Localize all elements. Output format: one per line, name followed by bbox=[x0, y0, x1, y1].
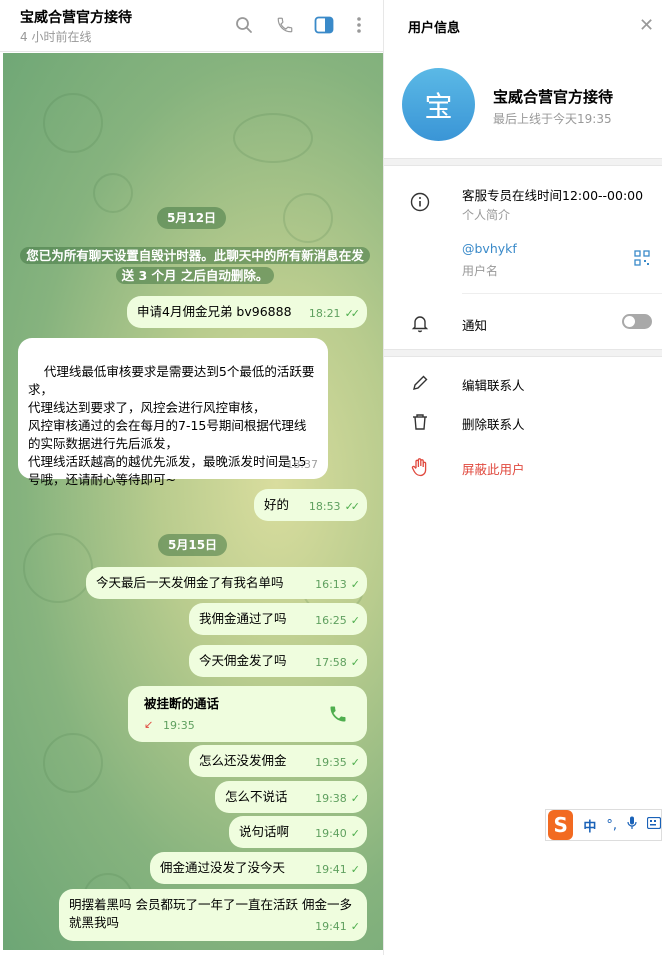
message-time: 18:21 bbox=[308, 307, 341, 320]
last-seen: 最后上线于今天19:35 bbox=[493, 112, 612, 126]
message-bubble[interactable]: 佣金通过没发了没今天 19:41 ✓ bbox=[150, 852, 367, 884]
message-meta: 19:38 ✓ bbox=[315, 790, 360, 808]
double-check-icon: ✓✓ bbox=[344, 307, 361, 320]
call-time: 19:35 bbox=[163, 719, 195, 732]
call-title: 被挂断的通话 bbox=[144, 696, 220, 711]
chat-title[interactable]: 宝威合营官方接待 bbox=[20, 7, 132, 27]
hand-block-icon bbox=[408, 455, 432, 479]
message-bubble[interactable]: 今天佣金发了吗 17:58 ✓ bbox=[189, 645, 367, 677]
message-bubble[interactable]: 说句话啊 19:40 ✓ bbox=[229, 816, 367, 848]
chat-pane: 宝威合营官方接待 4 小时前在线 5月12日 您已为所有聊天设置自毁计时器。此聊… bbox=[0, 0, 383, 955]
ime-toolbar[interactable]: S 中 °, bbox=[545, 809, 662, 841]
message-time: 19:41 bbox=[315, 920, 347, 933]
call-declined-icon: ↙ bbox=[144, 718, 154, 731]
message-meta: 17:58 ✓ bbox=[315, 654, 360, 672]
message-meta: 19:41 ✓ bbox=[315, 918, 360, 936]
sidebar-toggle-icon[interactable] bbox=[313, 14, 335, 36]
check-icon: ✓ bbox=[350, 863, 360, 876]
message-text: 怎么还没发佣金 bbox=[199, 753, 287, 768]
message-bubble[interactable]: 怎么不说话 19:38 ✓ bbox=[215, 781, 367, 813]
notify-toggle[interactable] bbox=[622, 314, 652, 329]
edit-contact[interactable]: 编辑联系人 bbox=[462, 375, 525, 394]
microphone-icon[interactable] bbox=[627, 816, 637, 834]
username-label: 用户名 bbox=[462, 264, 499, 278]
message-time: 16:25 bbox=[315, 614, 347, 627]
search-icon[interactable] bbox=[233, 14, 255, 36]
message-bubble[interactable]: 代理线最低审核要求是需要达到5个最低的活跃要求， 代理线达到要求了，风控会进行风… bbox=[18, 338, 328, 487]
check-icon: ✓ bbox=[350, 756, 360, 769]
notify-label: 通知 bbox=[462, 318, 488, 333]
message-time: 19:38 bbox=[315, 792, 347, 805]
message-text: 我佣金通过了吗 bbox=[199, 611, 287, 626]
section-divider bbox=[384, 158, 662, 166]
message-bubble[interactable]: 好的 18:53 ✓✓ bbox=[254, 489, 367, 521]
ime-logo[interactable]: S bbox=[548, 810, 574, 840]
message-meta: 16:25 ✓ bbox=[315, 612, 360, 630]
message-meta: 18:53 ✓✓ bbox=[308, 498, 361, 516]
check-icon: ✓ bbox=[350, 656, 360, 669]
message-text: 怎么不说话 bbox=[225, 789, 288, 804]
section-divider bbox=[384, 349, 662, 357]
close-icon[interactable]: ✕ bbox=[639, 15, 654, 36]
message-time: 19:35 bbox=[315, 756, 347, 769]
message-meta: 18:37 bbox=[286, 456, 318, 474]
check-icon: ✓ bbox=[350, 578, 360, 591]
call-back-icon[interactable] bbox=[328, 704, 348, 729]
bio-text[interactable]: 客服专员在线时间12:00--00:00 bbox=[462, 185, 643, 204]
date-separator: 5月15日 bbox=[158, 534, 228, 556]
username-text[interactable]: @bvhykf bbox=[462, 241, 517, 256]
trash-icon bbox=[408, 410, 432, 434]
chat-header[interactable]: 宝威合营官方接待 4 小时前在线 bbox=[0, 0, 383, 52]
message-text: 说句话啊 bbox=[239, 824, 290, 839]
message-bubble[interactable]: 今天最后一天发佣金了有我名单吗 16:13 ✓ bbox=[86, 567, 367, 599]
profile-name: 宝威合营官方接待 bbox=[493, 88, 614, 106]
check-icon: ✓ bbox=[350, 614, 360, 627]
bio-label: 个人简介 bbox=[462, 208, 511, 222]
keyboard-icon[interactable] bbox=[646, 816, 662, 833]
message-text: 代理线最低审核要求是需要达到5个最低的活跃要求， 代理线达到要求了，风控会进行风… bbox=[28, 364, 315, 487]
check-icon: ✓ bbox=[350, 792, 360, 805]
message-bubble[interactable]: 申请4月佣金兄弟 bv96888 18:21 ✓✓ bbox=[127, 296, 367, 328]
message-text: 今天最后一天发佣金了有我名单吗 bbox=[96, 575, 284, 590]
message-time: 19:40 bbox=[315, 827, 347, 840]
message-meta: 19:35 ✓ bbox=[315, 754, 360, 772]
call-bubble[interactable]: 被挂断的通话 ↙ 19:35 bbox=[128, 686, 367, 742]
edit-icon bbox=[408, 371, 432, 395]
message-text: 今天佣金发了吗 bbox=[199, 653, 287, 668]
check-icon: ✓ bbox=[350, 920, 360, 933]
message-meta: 19:40 ✓ bbox=[315, 825, 360, 843]
message-text: 好的 bbox=[264, 497, 290, 512]
message-meta: 19:41 ✓ bbox=[315, 861, 360, 879]
message-time: 17:58 bbox=[315, 656, 347, 669]
message-bubble[interactable]: 明摆着黑吗 会员都玩了一年了一直在活跃 佣金一多就黑我吗 19:41 ✓ bbox=[59, 889, 367, 941]
delete-contact[interactable]: 删除联系人 bbox=[462, 414, 525, 433]
date-separator: 5月12日 bbox=[157, 207, 227, 229]
service-message: 您已为所有聊天设置自毁计时器。此聊天中的所有新消息在发送 3 个月 之后自动删除… bbox=[18, 246, 372, 286]
panel-title: 用户信息 bbox=[408, 21, 461, 36]
bell-icon bbox=[408, 311, 432, 335]
info-icon bbox=[408, 190, 432, 214]
message-text: 明摆着黑吗 会员都玩了一年了一直在活跃 佣金一多就黑我吗 bbox=[69, 897, 352, 930]
message-time: 18:37 bbox=[286, 458, 318, 471]
more-icon[interactable] bbox=[348, 14, 370, 36]
block-user[interactable]: 屏蔽此用户 bbox=[462, 459, 525, 478]
check-icon: ✓ bbox=[350, 827, 360, 840]
ime-lang[interactable]: 中 bbox=[583, 816, 596, 835]
message-bubble[interactable]: 我佣金通过了吗 16:25 ✓ bbox=[189, 603, 367, 635]
qr-code-icon[interactable] bbox=[634, 250, 650, 270]
row-divider bbox=[462, 293, 662, 294]
message-text: 佣金通过没发了没今天 bbox=[160, 860, 286, 875]
message-meta: 18:21 ✓✓ bbox=[308, 305, 361, 323]
message-time: 16:13 bbox=[315, 578, 347, 591]
message-time: 19:41 bbox=[315, 863, 347, 876]
message-time: 18:53 bbox=[308, 500, 341, 513]
phone-icon[interactable] bbox=[274, 14, 296, 36]
message-bubble[interactable]: 怎么还没发佣金 19:35 ✓ bbox=[189, 745, 367, 777]
message-meta: 16:13 ✓ bbox=[315, 576, 360, 594]
avatar[interactable]: 宝 bbox=[402, 68, 475, 141]
message-text: 申请4月佣金兄弟 bv96888 bbox=[137, 304, 292, 319]
ime-punct[interactable]: °, bbox=[606, 818, 617, 833]
double-check-icon: ✓✓ bbox=[344, 500, 361, 513]
chat-status: 4 小时前在线 bbox=[20, 30, 92, 44]
